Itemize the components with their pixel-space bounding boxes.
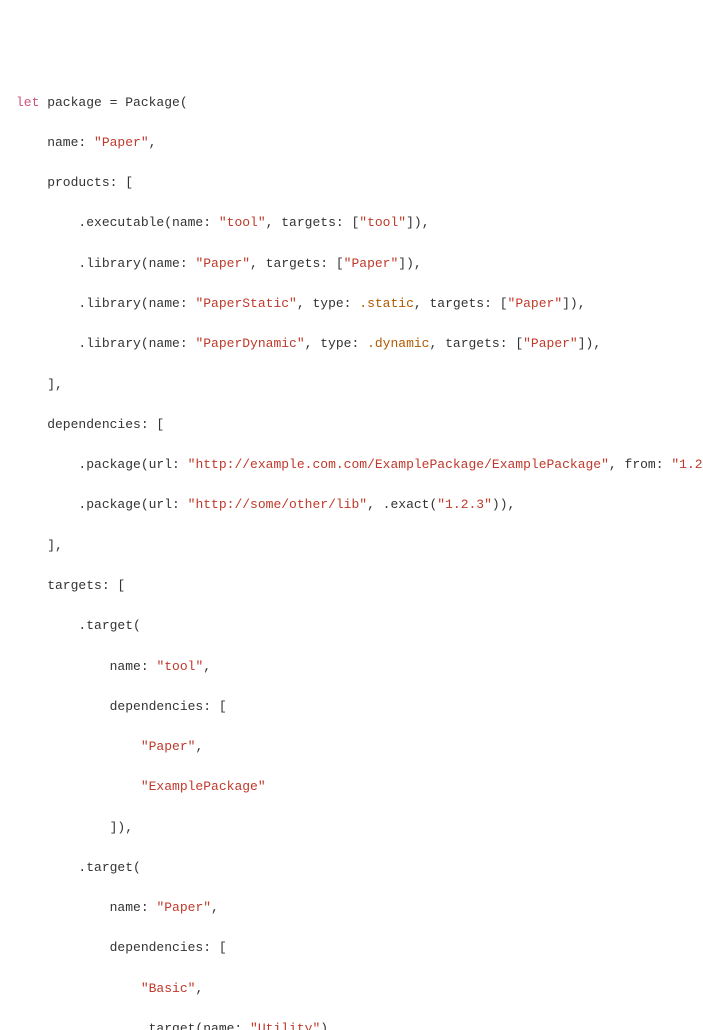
code-line-1: let package = Package( xyxy=(16,93,687,113)
string-literal: "Paper" xyxy=(195,256,250,271)
code-text: .target(name: xyxy=(16,1021,250,1030)
string-literal: "Paper" xyxy=(523,336,578,351)
code-text: package = Package( xyxy=(39,95,187,110)
string-literal: "Paper" xyxy=(156,900,211,915)
code-text: name: xyxy=(16,135,94,150)
string-literal: "Utility" xyxy=(250,1021,320,1030)
code-line-17: "Paper", xyxy=(16,737,687,757)
code-line-24: .target(name: "Utility"), xyxy=(16,1019,687,1030)
code-text xyxy=(16,739,141,754)
string-literal: "1.2. xyxy=(671,457,703,472)
code-line-13: targets: [ xyxy=(16,576,687,596)
code-text: , type: xyxy=(297,296,359,311)
code-text xyxy=(16,981,141,996)
code-line-6: .library(name: "PaperStatic", type: .sta… xyxy=(16,294,687,314)
code-text: .library(name: xyxy=(16,256,195,271)
string-literal: "Paper" xyxy=(344,256,399,271)
code-text: , xyxy=(149,135,157,150)
code-line-18: "ExamplePackage" xyxy=(16,777,687,797)
string-literal: "http://example.com.com/ExamplePackage/E… xyxy=(188,457,609,472)
code-text: , xyxy=(195,981,203,996)
code-text: dependencies: [ xyxy=(16,940,227,955)
code-text: , targets: [ xyxy=(430,336,524,351)
string-literal: "PaperStatic" xyxy=(195,296,296,311)
string-literal: "http://some/other/lib" xyxy=(188,497,367,512)
code-text: ]), xyxy=(398,256,421,271)
string-literal: "1.2.3" xyxy=(437,497,492,512)
code-text: .package(url: xyxy=(16,457,188,472)
code-line-19: ]), xyxy=(16,818,687,838)
code-text: .executable(name: xyxy=(16,215,219,230)
code-text: ]), xyxy=(562,296,585,311)
string-literal: "Paper" xyxy=(508,296,563,311)
string-literal: "tool" xyxy=(359,215,406,230)
code-line-5: .library(name: "Paper", targets: ["Paper… xyxy=(16,254,687,274)
code-line-10: .package(url: "http://example.com.com/Ex… xyxy=(16,455,687,475)
enum-dynamic: .dynamic xyxy=(367,336,429,351)
code-text: products: [ xyxy=(16,175,133,190)
code-line-3: products: [ xyxy=(16,173,687,193)
string-literal: "Basic" xyxy=(141,981,196,996)
code-text: ], xyxy=(16,377,63,392)
code-text: ]), xyxy=(578,336,601,351)
code-text: ]), xyxy=(16,820,133,835)
code-text: .library(name: xyxy=(16,336,195,351)
string-literal: "ExamplePackage" xyxy=(141,779,266,794)
string-literal: "PaperDynamic" xyxy=(195,336,304,351)
code-text: dependencies: [ xyxy=(16,417,164,432)
code-text: .target( xyxy=(16,618,141,633)
code-line-15: name: "tool", xyxy=(16,657,687,677)
code-text: ]), xyxy=(406,215,429,230)
code-line-20: .target( xyxy=(16,858,687,878)
code-text: ), xyxy=(320,1021,336,1030)
enum-static: .static xyxy=(359,296,414,311)
code-line-21: name: "Paper", xyxy=(16,898,687,918)
code-line-8: ], xyxy=(16,375,687,395)
code-text: )), xyxy=(492,497,515,512)
code-text: , .exact( xyxy=(367,497,437,512)
code-text: name: xyxy=(16,900,156,915)
code-text: , targets: [ xyxy=(250,256,344,271)
code-text: , from: xyxy=(609,457,671,472)
code-text: name: xyxy=(16,659,156,674)
code-line-12: ], xyxy=(16,536,687,556)
code-text: , type: xyxy=(305,336,367,351)
code-text xyxy=(16,779,141,794)
string-literal: "Paper" xyxy=(94,135,149,150)
code-text: , targets: [ xyxy=(414,296,508,311)
code-text: .target( xyxy=(16,860,141,875)
code-text: .package(url: xyxy=(16,497,188,512)
code-text: , xyxy=(195,739,203,754)
code-line-22: dependencies: [ xyxy=(16,938,687,958)
string-literal: "tool" xyxy=(219,215,266,230)
code-line-14: .target( xyxy=(16,616,687,636)
string-literal: "tool" xyxy=(156,659,203,674)
code-line-16: dependencies: [ xyxy=(16,697,687,717)
code-text: ], xyxy=(16,538,63,553)
keyword-let: let xyxy=(16,95,39,110)
code-text: , targets: [ xyxy=(266,215,360,230)
code-text: , xyxy=(211,900,219,915)
code-line-9: dependencies: [ xyxy=(16,415,687,435)
code-line-11: .package(url: "http://some/other/lib", .… xyxy=(16,495,687,515)
code-line-23: "Basic", xyxy=(16,979,687,999)
code-line-7: .library(name: "PaperDynamic", type: .dy… xyxy=(16,334,687,354)
code-line-2: name: "Paper", xyxy=(16,133,687,153)
code-text: .library(name: xyxy=(16,296,195,311)
string-literal: "Paper" xyxy=(141,739,196,754)
code-text: targets: [ xyxy=(16,578,125,593)
code-text: , xyxy=(203,659,211,674)
code-text: dependencies: [ xyxy=(16,699,227,714)
code-line-4: .executable(name: "tool", targets: ["too… xyxy=(16,213,687,233)
